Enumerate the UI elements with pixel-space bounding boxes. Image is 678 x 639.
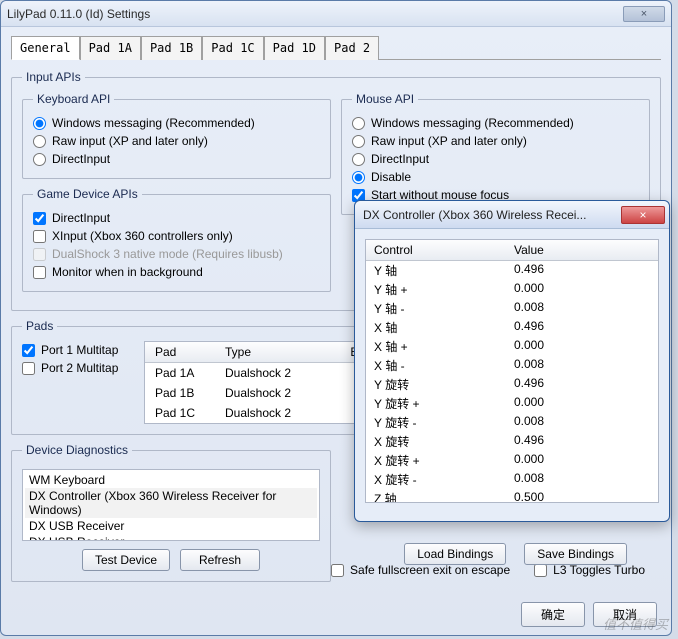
cancel-button[interactable]: 取消 [593, 602, 657, 627]
gd-xinput-option[interactable]: XInput (Xbox 360 controllers only) [33, 227, 320, 245]
gd-directinput-check[interactable] [33, 212, 46, 225]
dx-controller-dialog[interactable]: DX Controller (Xbox 360 Wireless Recei..… [354, 200, 670, 522]
input-apis-legend: Input APIs [22, 70, 85, 84]
list-item[interactable]: Y 轴 -0.008 [366, 299, 658, 318]
dx-titlebar[interactable]: DX Controller (Xbox 360 Wireless Recei..… [355, 201, 669, 229]
tab-pad2[interactable]: Pad 2 [325, 36, 379, 60]
window-title: LilyPad 0.11.0 (Id) Settings [7, 7, 623, 21]
titlebar[interactable]: LilyPad 0.11.0 (Id) Settings × [1, 1, 671, 27]
dx-list-header: Control Value [366, 240, 658, 261]
list-item[interactable]: X 轴 -0.008 [366, 356, 658, 375]
keyboard-api-legend: Keyboard API [33, 92, 114, 106]
gd-xinput-check[interactable] [33, 230, 46, 243]
device-diagnostics-legend: Device Diagnostics [22, 443, 132, 457]
dx-body: Control Value Y 轴0.496Y 轴 +0.000Y 轴 -0.0… [355, 229, 669, 513]
list-item[interactable]: Y 旋转 -0.008 [366, 413, 658, 432]
port1-multitap-check[interactable] [22, 344, 35, 357]
list-item[interactable]: DX USB Receiver [25, 518, 317, 534]
load-bindings-button[interactable]: Load Bindings [404, 543, 506, 565]
l3-turbo-check[interactable] [534, 564, 547, 577]
pads-col-type[interactable]: Type [221, 344, 341, 360]
tab-pad1b[interactable]: Pad 1B [141, 36, 202, 60]
dx-control-list[interactable]: Control Value Y 轴0.496Y 轴 +0.000Y 轴 -0.0… [365, 239, 659, 503]
list-item[interactable]: Y 轴 +0.000 [366, 280, 658, 299]
list-item[interactable]: DX Controller (Xbox 360 Wireless Receive… [25, 488, 317, 518]
list-item[interactable]: X 轴0.496 [366, 318, 658, 337]
gd-ds3-check [33, 248, 46, 261]
list-item[interactable]: X 旋转 -0.008 [366, 470, 658, 489]
list-item[interactable]: DX USB Receiver [25, 534, 317, 541]
gd-directinput-option[interactable]: DirectInput [33, 209, 320, 227]
test-device-button[interactable]: Test Device [82, 549, 170, 571]
keyboard-api-group: Keyboard API Windows messaging (Recommen… [22, 92, 331, 179]
kb-winmsg-radio[interactable] [33, 117, 46, 130]
mouse-api-group: Mouse API Windows messaging (Recommended… [341, 92, 650, 215]
gd-ds3-option: DualShock 3 native mode (Requires libusb… [33, 245, 320, 263]
list-item[interactable]: X 旋转 +0.000 [366, 451, 658, 470]
port1-multitap-option[interactable]: Port 1 Multitap [22, 341, 132, 359]
tab-pad1d[interactable]: Pad 1D [264, 36, 325, 60]
device-diagnostics-group: Device Diagnostics WM Keyboard DX Contro… [11, 443, 331, 582]
list-item[interactable]: Y 旋转 +0.000 [366, 394, 658, 413]
mouse-rawinput-option[interactable]: Raw input (XP and later only) [352, 132, 639, 150]
mouse-directinput-option[interactable]: DirectInput [352, 150, 639, 168]
gd-monitor-check[interactable] [33, 266, 46, 279]
list-item[interactable]: WM Keyboard [25, 472, 317, 488]
game-device-legend: Game Device APIs [33, 187, 142, 201]
tab-strip: General Pad 1A Pad 1B Pad 1C Pad 1D Pad … [11, 35, 661, 60]
mouse-disable-radio[interactable] [352, 171, 365, 184]
list-item[interactable]: X 轴 +0.000 [366, 337, 658, 356]
kb-rawinput-option[interactable]: Raw input (XP and later only) [33, 132, 320, 150]
save-bindings-button[interactable]: Save Bindings [524, 543, 627, 565]
port2-multitap-check[interactable] [22, 362, 35, 375]
kb-rawinput-radio[interactable] [33, 135, 46, 148]
device-list[interactable]: WM Keyboard DX Controller (Xbox 360 Wire… [22, 469, 320, 541]
close-icon[interactable]: × [623, 6, 665, 22]
dx-title: DX Controller (Xbox 360 Wireless Recei..… [363, 208, 621, 222]
tab-pad1c[interactable]: Pad 1C [202, 36, 263, 60]
pads-legend: Pads [22, 319, 57, 333]
gd-monitor-option[interactable]: Monitor when in background [33, 263, 320, 281]
dialog-buttons: 确定 取消 [521, 602, 657, 627]
kb-winmsg-option[interactable]: Windows messaging (Recommended) [33, 114, 320, 132]
kb-directinput-option[interactable]: DirectInput [33, 150, 320, 168]
tab-pad1a[interactable]: Pad 1A [80, 36, 141, 60]
ok-button[interactable]: 确定 [521, 602, 585, 627]
mouse-disable-option[interactable]: Disable [352, 168, 639, 186]
pads-col-pad[interactable]: Pad [151, 344, 221, 360]
list-item[interactable]: Y 轴0.496 [366, 261, 658, 280]
mouse-api-legend: Mouse API [352, 92, 418, 106]
close-icon[interactable]: × [621, 206, 665, 224]
mouse-winmsg-option[interactable]: Windows messaging (Recommended) [352, 114, 639, 132]
load-save-buttons: Load Bindings Save Bindings [404, 543, 627, 565]
tab-general[interactable]: General [11, 36, 80, 60]
mouse-directinput-radio[interactable] [352, 153, 365, 166]
port2-multitap-option[interactable]: Port 2 Multitap [22, 359, 132, 377]
mouse-winmsg-radio[interactable] [352, 117, 365, 130]
list-item[interactable]: X 旋转0.496 [366, 432, 658, 451]
list-item[interactable]: Y 旋转0.496 [366, 375, 658, 394]
mouse-rawinput-radio[interactable] [352, 135, 365, 148]
dx-col-value[interactable]: Value [514, 243, 614, 257]
refresh-button[interactable]: Refresh [180, 549, 260, 571]
safe-fullscreen-check[interactable] [331, 564, 344, 577]
kb-directinput-radio[interactable] [33, 153, 46, 166]
dx-col-control[interactable]: Control [374, 243, 514, 257]
game-device-group: Game Device APIs DirectInput XInput (Xbo… [22, 187, 331, 292]
list-item[interactable]: Z 轴0.500 [366, 489, 658, 503]
